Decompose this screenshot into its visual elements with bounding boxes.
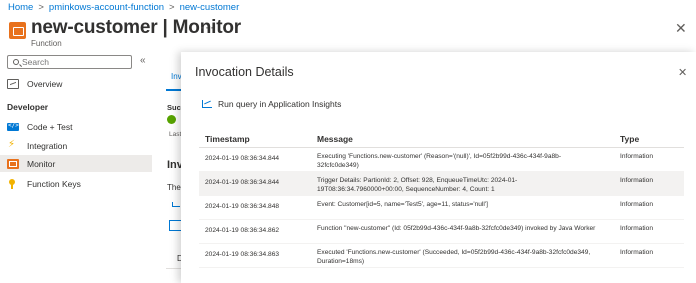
sidebar-item-integration[interactable]: Integration: [0, 137, 152, 154]
overview-icon: [7, 78, 19, 89]
table-row[interactable]: 2024-01-19 08:36:34.863 Executed 'Functi…: [199, 244, 684, 268]
table-row[interactable]: 2024-01-19 08:36:34.862 Function "new-cu…: [199, 220, 684, 244]
sidebar-item-code-test[interactable]: Code + Test: [0, 118, 152, 135]
more-options-icon[interactable]: ···: [200, 20, 215, 34]
row-message: Function "new-customer" (Id: 05f2b99d-43…: [317, 225, 596, 232]
row-type: Information: [620, 249, 653, 256]
invocation-description: The: [167, 183, 181, 192]
table-row-selected[interactable]: 2024-01-19 08:36:34.844 Trigger Details:…: [199, 172, 684, 196]
sidebar-item-label: Monitor: [27, 158, 56, 169]
run-query-label: Run query in Application Insights: [218, 99, 342, 109]
sidebar-item-label: Function Keys: [27, 178, 81, 189]
row-message: Executed 'Functions.new-customer' (Succe…: [317, 249, 591, 265]
row-type: Information: [620, 153, 653, 160]
sidebar-section-developer: Developer: [7, 102, 49, 112]
invocation-details-table: Timestamp Message Type 2024-01-19 08:36:…: [199, 130, 684, 268]
last-run-label: Last: [169, 131, 182, 138]
row-message: Trigger Details: PartionId: 2, Offset: 9…: [317, 177, 518, 193]
column-header-timestamp[interactable]: Timestamp: [205, 134, 250, 144]
table-row[interactable]: 2024-01-19 08:36:34.848 Event: Customer[…: [199, 196, 684, 220]
row-type: Information: [620, 177, 653, 184]
success-check-icon: [167, 115, 176, 124]
sidebar-item-label: Code + Test: [27, 121, 73, 132]
row-type: Information: [620, 201, 653, 208]
row-timestamp: 2024-01-19 08:36:34.844: [205, 155, 280, 162]
panel-title: Invocation Details: [195, 65, 294, 79]
run-query-app-insights-button[interactable]: Run query in Application Insights: [202, 99, 341, 109]
breadcrumb-home[interactable]: Home: [8, 2, 33, 13]
function-icon: [9, 22, 26, 39]
column-header-message[interactable]: Message: [317, 134, 599, 144]
row-message: Executing 'Functions.new-customer' (Reas…: [317, 153, 562, 169]
breadcrumb-separator: >: [169, 2, 175, 13]
page-subtitle: Function: [31, 39, 62, 48]
close-icon[interactable]: ✕: [678, 66, 687, 79]
search-input[interactable]: [22, 56, 130, 68]
sidebar-item-overview[interactable]: Overview: [0, 75, 152, 92]
breadcrumb-function-app[interactable]: pminkows-account-function: [49, 2, 164, 13]
sidebar-item-label: Integration: [27, 140, 68, 151]
sidebar-search[interactable]: [7, 55, 132, 69]
breadcrumb: Home > pminkows-account-function > new-custo…: [8, 2, 239, 13]
breadcrumb-separator: >: [38, 2, 44, 13]
collapse-sidebar-icon[interactable]: «: [140, 55, 146, 66]
invocation-details-panel: Invocation Details ✕ Run query in Applic…: [181, 52, 696, 283]
chart-icon: [202, 100, 212, 108]
row-timestamp: 2024-01-19 08:36:34.844: [205, 179, 280, 186]
row-timestamp: 2024-01-19 08:36:34.863: [205, 251, 280, 258]
row-message: Event: Customer[id=5, name='Test5', age=…: [317, 201, 488, 208]
chart-icon[interactable]: [172, 202, 180, 207]
table-header: Timestamp Message Type: [199, 130, 684, 148]
sidebar-item-label: Overview: [27, 78, 63, 89]
sidebar-item-function-keys[interactable]: Function Keys: [0, 175, 152, 192]
sidebar-item-monitor[interactable]: Monitor: [0, 155, 152, 172]
code-icon: [7, 122, 19, 131]
table-row[interactable]: 2024-01-19 08:36:34.844 Executing 'Funct…: [199, 148, 684, 172]
row-timestamp: 2024-01-19 08:36:34.848: [205, 203, 280, 210]
column-header-type[interactable]: Type: [620, 134, 639, 144]
search-icon: [13, 59, 19, 65]
row-timestamp: 2024-01-19 08:36:34.862: [205, 227, 280, 234]
row-type: Information: [620, 225, 653, 232]
monitor-icon: [7, 158, 19, 169]
key-icon: [7, 178, 19, 189]
lightning-icon: [7, 139, 19, 151]
breadcrumb-function[interactable]: new-customer: [180, 2, 240, 13]
close-blade-icon[interactable]: ✕: [675, 20, 687, 37]
